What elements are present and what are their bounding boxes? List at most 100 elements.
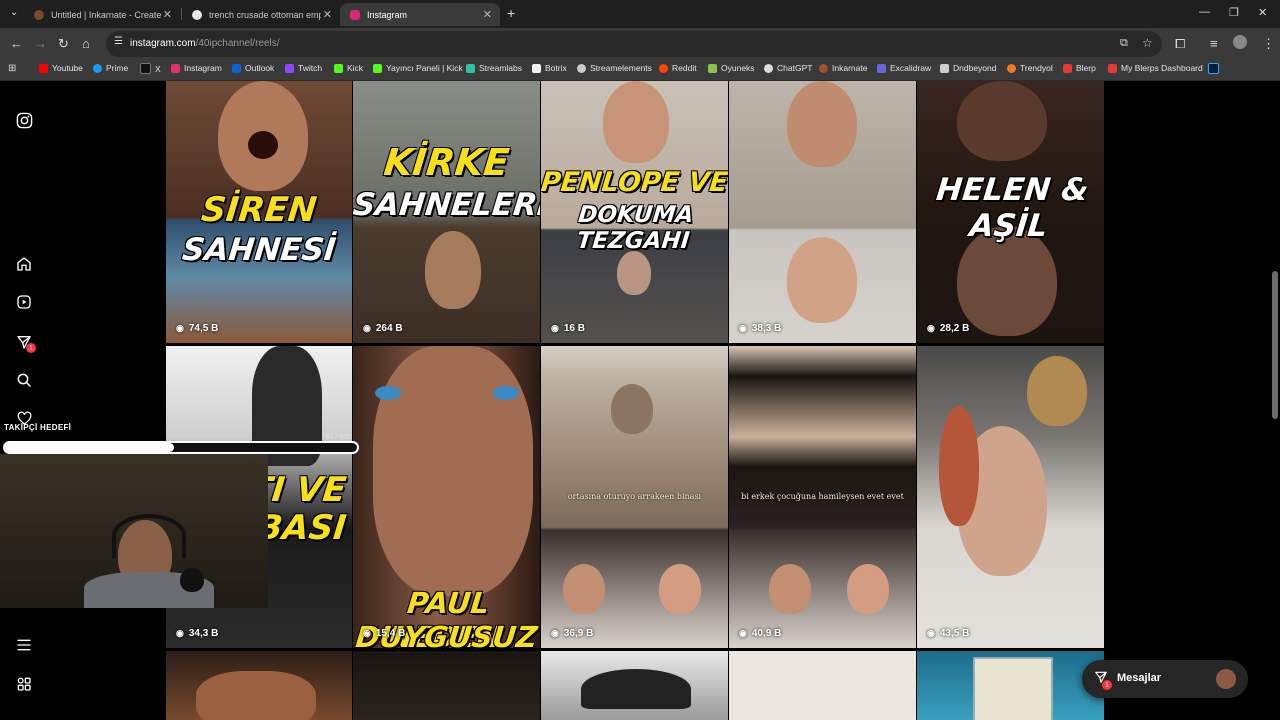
- eye-icon: ◉: [739, 628, 747, 638]
- bookmark-inkarnate[interactable]: Inkarnate: [819, 63, 867, 73]
- close-tab-icon[interactable]: ✕: [483, 8, 492, 21]
- minimize-icon[interactable]: —: [1199, 6, 1210, 18]
- instagram-favicon-icon: [350, 9, 360, 20]
- address-bar[interactable]: ☰ instagram.com/40ipchannel/reels/ ⧉ ☆: [106, 31, 1162, 57]
- reel-tile[interactable]: PENLOPE VE DOKUMA TEZGAHI ◉ 16 B: [541, 81, 728, 343]
- bookmark-outlook[interactable]: Outlook: [232, 63, 274, 73]
- extensions-icon[interactable]: ⧠: [1175, 36, 1185, 52]
- outlook-icon: [232, 63, 241, 73]
- bookmark-chatgpt[interactable]: ChatGPT: [764, 63, 812, 73]
- instagram-logo-icon[interactable]: [14, 110, 34, 130]
- bookmark-photoshop[interactable]: [1208, 63, 1223, 74]
- view-count: ◉ 40,9 B: [739, 628, 782, 639]
- bookmark-instagram[interactable]: Instagram: [171, 63, 222, 73]
- scrollbar-thumb[interactable]: [1272, 271, 1278, 419]
- eye-icon: ◉: [176, 323, 184, 333]
- home-icon[interactable]: ⌂: [82, 36, 90, 51]
- site-info-icon[interactable]: ☰: [114, 36, 123, 47]
- chatgpt-icon: [764, 63, 773, 73]
- bookmark-oyuneks[interactable]: Oyuneks: [708, 63, 755, 73]
- reel-tile[interactable]: ortasına oturuyo arrakeen binası ◉ 36,9 B: [541, 346, 728, 648]
- reel-tile[interactable]: [729, 651, 916, 720]
- follower-goal-title: TAKİPÇİ HEDEFİ: [4, 423, 72, 432]
- view-count: ◉ 38,3 B: [739, 323, 782, 334]
- bookmark-blerp[interactable]: Blerp: [1063, 63, 1096, 73]
- messages-button[interactable]: 1 Mesajlar: [1082, 660, 1248, 698]
- reel-tile[interactable]: SİREN SAHNESİ ◉ 74,5 B: [166, 81, 352, 343]
- url-text: instagram.com/40ipchannel/reels/: [130, 38, 280, 49]
- bookmark-youtube[interactable]: Youtube: [39, 63, 83, 73]
- reel-tile[interactable]: PAUL NEDEN DUYGUSUZ ◉ 15,4 B: [353, 346, 540, 648]
- bookmark-dndbeyond[interactable]: Dndbeyond: [940, 63, 996, 73]
- reel-tile[interactable]: bi erkek çocuğuna hamileysen evet evet ◉…: [729, 346, 916, 648]
- new-tab-button[interactable]: +: [507, 5, 515, 21]
- reel-tile[interactable]: HELEN & AŞİL ◉ 28,2 B: [917, 81, 1104, 343]
- also-from-meta-icon[interactable]: [14, 674, 34, 694]
- messages-label: Mesajlar: [1117, 672, 1162, 684]
- reel-caption-line: HELEN & AŞİL: [934, 172, 1091, 244]
- menu-icon[interactable]: ⋮: [1262, 36, 1275, 52]
- headphones-icon: [112, 514, 186, 558]
- install-icon[interactable]: ⧉: [1120, 37, 1128, 50]
- tab-search-result[interactable]: trench crusade ottoman empire ✕: [182, 3, 340, 26]
- back-icon[interactable]: ←: [10, 36, 23, 51]
- bookmark-kick[interactable]: Kick: [334, 63, 363, 73]
- bookmark-x[interactable]: X: [140, 63, 161, 74]
- eye-icon: ◉: [551, 323, 559, 333]
- media-icon[interactable]: ≡: [1210, 36, 1218, 51]
- tab-title: Untitled | Inkarnate - Create Fa: [51, 9, 161, 20]
- tab-title: Instagram: [367, 9, 408, 20]
- reel-tile[interactable]: KİRKE SAHNELERİ ◉ 264 B: [353, 81, 540, 343]
- reel-tile[interactable]: ◉ 38,3 B: [729, 81, 916, 343]
- bookmark-kick-panel[interactable]: Yayıncı Paneli | Kick: [373, 63, 463, 73]
- tab-instagram[interactable]: Instagram ✕: [340, 3, 500, 26]
- bookmark-streamelements[interactable]: Streamelements: [577, 63, 652, 73]
- reel-thumbnail-eye: [375, 386, 401, 400]
- profile-avatar[interactable]: [1233, 35, 1247, 49]
- apps-grid-icon[interactable]: ⊞: [8, 63, 16, 74]
- reel-thumbnail-face: [373, 346, 533, 596]
- reel-tile[interactable]: [917, 651, 1104, 720]
- close-window-icon[interactable]: ✕: [1258, 6, 1267, 19]
- close-tab-icon[interactable]: ✕: [323, 8, 332, 21]
- bookmark-reddit[interactable]: Reddit: [659, 63, 697, 73]
- streamelements-icon: [577, 63, 586, 73]
- reel-tile[interactable]: [353, 651, 540, 720]
- tab-strip: ⌄ Untitled | Inkarnate - Create Fa ✕ tre…: [0, 0, 1280, 28]
- follower-goal-fill: [5, 443, 174, 452]
- tab-title: trench crusade ottoman empire: [209, 9, 321, 20]
- bookmark-prime[interactable]: Prime: [93, 63, 128, 73]
- instagram-icon: [171, 63, 180, 73]
- messages-icon[interactable]: 1: [14, 332, 36, 353]
- bookmark-twitch[interactable]: Twitch: [285, 63, 322, 73]
- restore-icon[interactable]: ❐: [1229, 6, 1239, 19]
- reel-thumbnail-face: [425, 231, 481, 309]
- inkarnate-icon: [819, 63, 828, 73]
- dndbeyond-icon: [940, 63, 949, 73]
- sidebar-nav: 1: [0, 81, 48, 720]
- bookmark-streamlabs[interactable]: Streamlabs: [466, 63, 522, 73]
- kick-icon: [334, 63, 343, 73]
- more-menu-icon[interactable]: [14, 635, 34, 655]
- reels-icon[interactable]: [14, 292, 34, 312]
- home-icon[interactable]: [14, 254, 34, 274]
- search-icon[interactable]: [14, 370, 34, 390]
- reel-tile[interactable]: [166, 651, 352, 720]
- bookmark-blerps-dashboard[interactable]: My Blerps Dashboard: [1108, 63, 1203, 73]
- view-count: ◉ 36,9 B: [551, 628, 594, 639]
- blerp-icon: [1108, 63, 1117, 73]
- forward-icon[interactable]: →: [34, 36, 47, 51]
- bookmark-excalidraw[interactable]: Excalidraw: [877, 63, 931, 73]
- reel-thumbnail-face: [611, 384, 653, 434]
- tab-inkarnate[interactable]: Untitled | Inkarnate - Create Fa ✕: [24, 3, 180, 26]
- bookmark-botrix[interactable]: Botrix: [532, 63, 567, 73]
- close-tab-icon[interactable]: ✕: [163, 8, 172, 21]
- reload-icon[interactable]: ↻: [58, 36, 69, 52]
- prime-icon: [93, 63, 102, 73]
- reel-tile[interactable]: ◉ 43,5 B: [917, 346, 1104, 648]
- reel-tile[interactable]: [541, 651, 728, 720]
- bookmark-trendyol[interactable]: Trendyol: [1007, 63, 1053, 73]
- tab-search-icon[interactable]: ⌄: [10, 7, 18, 18]
- bookmark-star-icon[interactable]: ☆: [1142, 36, 1153, 50]
- reel-thumbnail-hat: [581, 669, 691, 709]
